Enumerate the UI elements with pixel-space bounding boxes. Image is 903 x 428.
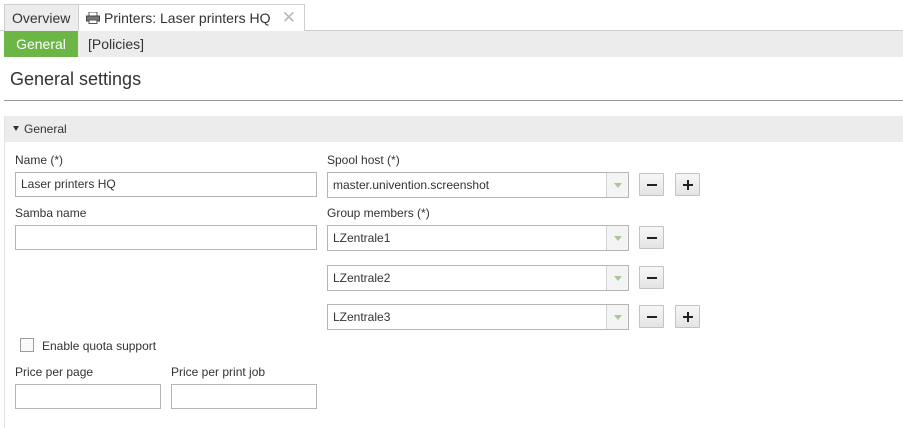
remove-spool-host-button[interactable] <box>639 173 664 196</box>
spool-host-value: master.univention.screenshot <box>333 178 490 192</box>
group-member-value: LZentrale2 <box>333 271 391 285</box>
collapse-triangle-icon <box>13 126 19 131</box>
minus-icon <box>640 174 663 195</box>
page-title: General settings <box>10 69 142 89</box>
tab-printer-label: Printers: Laser printers HQ <box>104 10 271 26</box>
plus-icon <box>676 306 699 327</box>
group-members-label: Group members (*) <box>327 206 430 220</box>
price-per-page-input[interactable] <box>15 384 161 409</box>
subtab-general[interactable]: General <box>4 31 78 57</box>
plus-icon <box>676 174 699 195</box>
printer-icon <box>86 12 100 24</box>
dropdown-arrow-icon[interactable] <box>606 305 628 329</box>
samba-name-input[interactable] <box>15 225 317 250</box>
price-per-job-input[interactable] <box>171 384 317 409</box>
subtab-policies[interactable]: [Policies] <box>78 31 154 57</box>
section-title: General <box>24 122 67 136</box>
title-divider <box>4 100 903 101</box>
group-member-value: LZentrale3 <box>333 310 391 324</box>
main-tab-bar: Overview Printers: Laser printers HQ ✕ <box>0 0 903 32</box>
quota-checkbox[interactable] <box>20 338 34 352</box>
group-member-select-1[interactable]: LZentrale1 <box>327 225 629 251</box>
remove-group-member-button[interactable] <box>639 226 664 249</box>
group-member-select-2[interactable]: LZentrale2 <box>327 265 629 291</box>
dropdown-arrow-icon[interactable] <box>606 173 628 197</box>
name-label: Name (*) <box>15 153 64 167</box>
spool-host-select[interactable]: master.univention.screenshot <box>327 172 629 198</box>
dropdown-arrow-icon[interactable] <box>606 226 628 250</box>
price-per-page-label: Price per page <box>15 365 94 379</box>
close-tab-icon[interactable]: ✕ <box>282 5 296 31</box>
remove-group-member-button[interactable] <box>639 305 664 328</box>
tab-overview[interactable]: Overview <box>4 4 79 31</box>
quota-label: Enable quota support <box>42 339 157 353</box>
add-group-member-button[interactable] <box>675 305 700 328</box>
add-spool-host-button[interactable] <box>675 173 700 196</box>
spool-host-label: Spool host (*) <box>327 153 400 167</box>
remove-group-member-button[interactable] <box>639 266 664 289</box>
group-member-select-3[interactable]: LZentrale3 <box>327 304 629 330</box>
minus-icon <box>640 227 663 248</box>
section-header-general[interactable]: General <box>5 116 903 142</box>
dropdown-arrow-icon[interactable] <box>606 266 628 290</box>
tab-printer-laser-hq[interactable]: Printers: Laser printers HQ ✕ <box>79 4 305 32</box>
name-input[interactable]: Laser printers HQ <box>15 172 317 197</box>
price-per-job-label: Price per print job <box>171 365 266 379</box>
group-member-value: LZentrale1 <box>333 231 391 245</box>
samba-name-label: Samba name <box>15 206 87 220</box>
minus-icon <box>640 306 663 327</box>
sub-tab-bar: General [Policies] <box>4 31 903 57</box>
minus-icon <box>640 267 663 288</box>
